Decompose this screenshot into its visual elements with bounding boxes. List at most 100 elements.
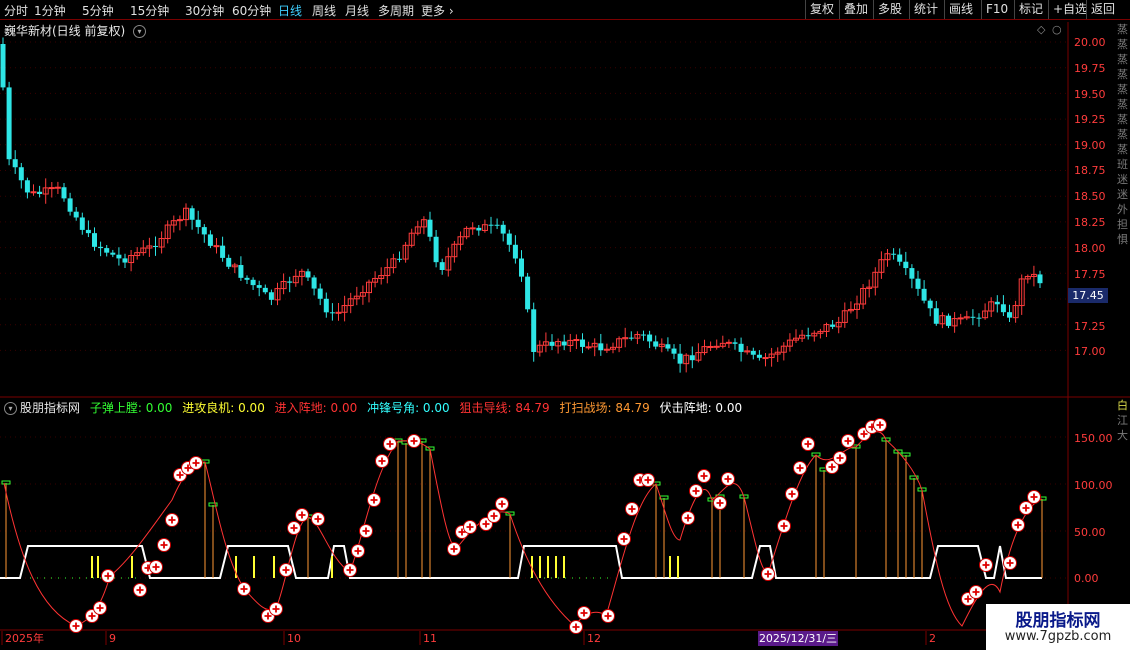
candle-body — [677, 353, 683, 364]
candle-body — [48, 187, 55, 190]
candle-body — [488, 224, 494, 226]
candle-body — [153, 245, 158, 248]
candle-body — [762, 357, 769, 360]
price-tick-1: 19.75 — [1074, 62, 1106, 75]
candle-body — [110, 252, 116, 255]
candle-body — [641, 334, 646, 336]
candle-body — [909, 268, 915, 279]
ind-tick-2: 50.00 — [1074, 526, 1106, 539]
date-label-3: 11 — [423, 632, 437, 645]
candle-body — [506, 233, 512, 245]
candle-body — [79, 217, 85, 230]
candle-body — [689, 355, 695, 361]
candle-body — [671, 348, 677, 354]
candle-body — [98, 246, 104, 249]
diamond-icon[interactable]: ◇ — [1037, 23, 1046, 36]
strip-char: 迷 — [1117, 173, 1128, 186]
candle-body — [525, 276, 531, 310]
price-tick-8: 18.00 — [1074, 242, 1106, 255]
candle-body — [433, 236, 439, 263]
candle-body — [500, 224, 506, 234]
green-marker — [901, 452, 911, 457]
candle-body — [531, 309, 537, 352]
circle-icon[interactable]: ○ — [1052, 23, 1062, 36]
candle-body — [323, 298, 329, 313]
indicator-name[interactable]: 股朋指标网 — [20, 401, 80, 415]
candle-body — [24, 180, 30, 193]
candle-body — [61, 187, 67, 199]
candle-body — [116, 254, 122, 259]
candle-body — [519, 258, 524, 277]
candle-body — [439, 262, 445, 271]
price-tick-6: 18.50 — [1074, 190, 1106, 203]
candle-body — [469, 227, 476, 230]
strip-char: 江 — [1117, 414, 1128, 427]
ind-tick-1: 100.00 — [1074, 479, 1113, 492]
candle-body — [897, 254, 903, 262]
candle-body — [207, 234, 213, 246]
strip-char: 班 — [1117, 158, 1128, 171]
legend-6: 伏击阵地: 0.00 — [659, 401, 743, 415]
price-tick-2: 19.50 — [1074, 88, 1106, 101]
candle-body — [195, 219, 201, 228]
candle-body — [732, 342, 738, 344]
candle-body — [1037, 274, 1043, 284]
indicator-axis: 150.00 100.00 50.00 0.00 — [1074, 432, 1113, 585]
price-axis: 20.00 19.75 19.50 19.25 19.00 18.75 18.5… — [1074, 36, 1106, 358]
dropdown-icon-ind[interactable]: ▾ — [4, 402, 17, 415]
candle-body — [6, 87, 12, 160]
candle-body — [189, 208, 195, 220]
candle-body — [561, 341, 567, 346]
price-tick-11: 17.25 — [1074, 320, 1106, 333]
price-tick-5: 18.75 — [1074, 164, 1106, 177]
candle-body — [54, 186, 61, 189]
strip-char: 蒸 — [1117, 128, 1128, 141]
candle-body — [957, 317, 964, 320]
candle-body — [756, 354, 762, 358]
candle-body — [830, 324, 836, 327]
candle-body — [921, 288, 927, 301]
candle-body — [494, 224, 500, 226]
candle-body — [305, 271, 311, 278]
candle-body — [903, 261, 909, 269]
candle-body — [0, 44, 6, 88]
candlesticks — [0, 37, 1043, 373]
candle-body — [311, 277, 317, 289]
candle-body — [1000, 304, 1006, 313]
candle-body — [30, 191, 37, 194]
candle-body — [317, 288, 323, 299]
candle-body — [512, 244, 518, 259]
candle-body — [713, 345, 720, 348]
price-tick-9: 17.75 — [1074, 268, 1106, 281]
candle-body — [946, 315, 951, 326]
candle-body — [653, 341, 659, 347]
price-tick-7: 18.25 — [1074, 216, 1106, 229]
right-side-strip-lower: 白 江 大 — [1117, 398, 1130, 446]
indicator-title: ▾ 股朋指标网 子弹上膛: 0.00 进攻良机: 0.00 进入阵地: 0.00 … — [4, 399, 742, 416]
legend-1: 进攻良机: 0.00 — [182, 401, 265, 415]
candle-body — [262, 287, 268, 293]
candle-body — [549, 341, 555, 346]
candle-body — [573, 339, 580, 342]
candle-body — [287, 281, 293, 283]
candle-body — [37, 191, 43, 195]
strip-char: 白 — [1117, 399, 1128, 412]
legend-4: 狙击导线: 84.79 — [459, 401, 550, 415]
candle-body — [104, 248, 110, 253]
strip-char: 蒸 — [1117, 98, 1128, 111]
candle-body — [213, 245, 220, 248]
candle-body — [329, 312, 335, 314]
candle-body — [268, 292, 274, 300]
right-side-strip: 蒸 蒸 蒸 蒸 蒸 蒸 蒸 蒸 蒸 班 迷 迷 外 担 惧 — [1117, 22, 1130, 397]
candle-body — [18, 167, 24, 181]
strip-char: 外 — [1117, 203, 1128, 216]
strip-char: 蒸 — [1117, 68, 1128, 81]
candle-body — [707, 345, 714, 348]
ind-tick-3: 0.00 — [1074, 572, 1099, 585]
candle-body — [1007, 312, 1012, 318]
candle-body — [220, 245, 226, 258]
candle-body — [647, 334, 653, 342]
candle-body — [92, 233, 97, 247]
strip-char: 蒸 — [1117, 38, 1128, 51]
candle-body — [580, 339, 585, 347]
